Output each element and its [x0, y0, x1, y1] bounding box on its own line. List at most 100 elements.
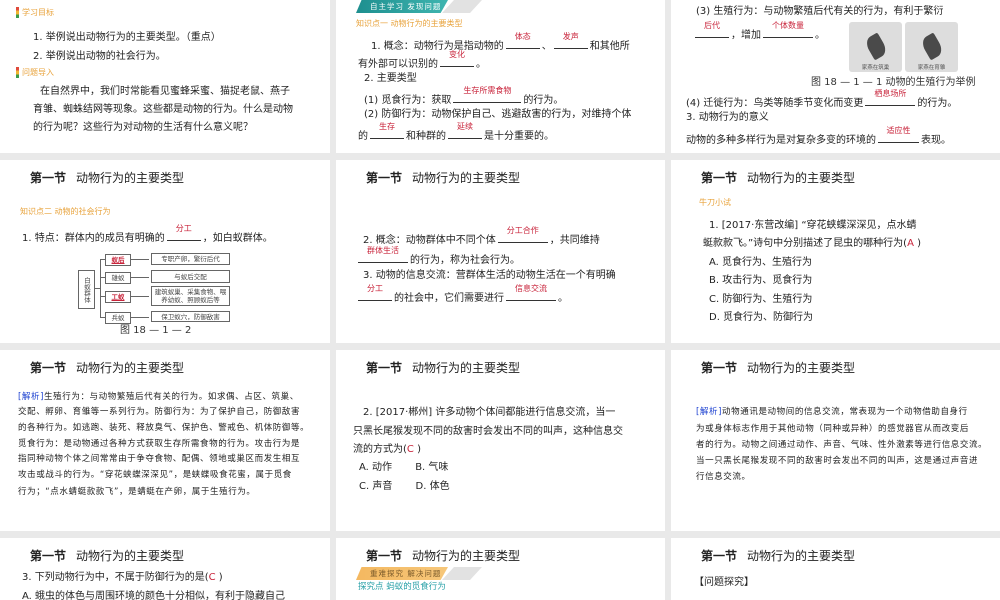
- photo-caption: 家燕在育雏: [917, 65, 946, 71]
- text-segment: 者的行为。动物之间通过动作、声音、气味、性外激素等进行信息交流。: [696, 440, 988, 450]
- blank-answer: 生存所需食物: [463, 86, 512, 95]
- slide-1-learning-goals[interactable]: 学习目标 1. 举例说出动物行为的主要类型。（重点） 2. 举例说出动物的社会行为。…: [0, 0, 330, 153]
- diagram-desc-0: 专职产卵，繁衍后代: [151, 253, 230, 265]
- fill-blank: 变化: [440, 50, 474, 67]
- diagram-root: 白蚁群体: [78, 270, 95, 309]
- text-line: C. 声音 D. 体色: [359, 481, 450, 493]
- text-line: 在自然界中，我们时常能看见蜜蜂采蜜、猫捉老鼠、燕子: [40, 86, 290, 98]
- text-line: 育雏、蜘蛛结网等现象。这些都是动物的行为。什么是动物: [33, 104, 293, 116]
- text-segment: 2. [2017·郴州] 许多动物个体间都能进行信息交流，当一: [363, 407, 616, 418]
- blank-answer: 群体生活: [367, 246, 399, 255]
- text-line: 1. 概念：动物行为是指动物的 体态、 发声 和其他所: [371, 32, 630, 53]
- slide-11-explore[interactable]: 第一节 动物行为的主要类型 重难探究 解决问题 探究点 蚂蚁的觅食行为: [336, 538, 665, 600]
- text-segment: 觅食行为：是动物通过各种方式获取生存所需食物的行为。攻击行为是: [18, 439, 301, 449]
- text-line: B. 攻击行为、觅食行为: [709, 275, 812, 287]
- analysis-line: 指同种动物个体之间常常由于争夺食物、配偶、领地或巢区而发生相互: [18, 454, 300, 464]
- text-segment: ，共同维持: [549, 235, 600, 246]
- text-segment: 行信息交流。: [696, 472, 751, 482]
- text-line: (3) 生殖行为：与动物繁殖后代有关的行为，有利于繁衍: [696, 6, 943, 18]
- text-segment: 攻击或战斗的行为。“穿花蛱蝶深深见”，是蛱蝶吸食花蜜，属于觅食: [18, 470, 292, 480]
- text-line: 蜓款款飞。”诗句中分别描述了昆虫的哪种行为(A ): [703, 238, 921, 250]
- slide-2-behavior-types[interactable]: 自主学习 发现问题 知识点一 动物行为的主要类型 1. 概念：动物行为是指动物的 体态…: [336, 0, 665, 153]
- text-line: 分工 的社会中，它们需要进行 信息交流。: [356, 284, 568, 305]
- text-segment: 3. 动物行为的意义: [686, 112, 769, 123]
- text-segment: 的: [358, 131, 368, 142]
- fill-blank: 个体数量: [763, 21, 813, 38]
- text-segment: 2. 主要类型: [364, 73, 417, 84]
- section-label: 第一节: [701, 171, 738, 185]
- section-name: 动物行为的主要类型: [747, 549, 856, 563]
- section-name: 动物行为的主要类型: [412, 361, 521, 375]
- fill-blank: 栖息场所: [865, 89, 916, 106]
- text-line: 3. 下列动物行为中，不属于防御行为的是(C ): [22, 572, 223, 584]
- diagram-role-3: 兵蚁: [105, 312, 131, 324]
- diagram-arrow: [131, 277, 149, 278]
- text-segment: 表现。: [921, 135, 951, 146]
- text-line: (1) 觅食行为：获取 生存所需食物 的行为。: [364, 86, 563, 107]
- section-banner: 重难探究 解决问题: [356, 567, 448, 580]
- analysis-label: [解析]: [18, 392, 45, 402]
- photo-caption: 家燕在筑巢: [861, 65, 890, 71]
- section-name: 动物行为的主要类型: [412, 171, 521, 185]
- slide-5-social-concept[interactable]: 第一节 动物行为的主要类型 2. 概念：动物群体中不同个体 分工合作 ，共同维持 群体生活…: [336, 160, 665, 343]
- text-segment: 行为；“点水蜻蜓款款飞”，是蜻蜓在产卵，属于生殖行为。: [18, 487, 256, 497]
- slide-6-quiz-1[interactable]: 第一节 动物行为的主要类型牛刀小试 1. [2017·东营改编] “穿花蛱蝶深深见，…: [671, 160, 1000, 343]
- slide-9-analysis-2[interactable]: 第一节 动物行为的主要类型 [解析]动物通讯是动物间的信息交流，常表现为一个动物借助…: [671, 350, 1000, 531]
- text-segment: ): [215, 572, 223, 583]
- analysis-line: 为或身体标志作用于其他动物（同种或异种）的感觉器官从而改变后: [696, 424, 969, 434]
- text-segment: 3. 动物的信息交流：营群体生活的动物生活在一个有明确: [363, 270, 616, 281]
- text-segment: (1) 觅食行为：获取: [364, 95, 452, 106]
- text-line: 2. 举例说出动物的社会行为。: [33, 51, 166, 63]
- text-line: 的行为呢？这些行为对动物的生活有什么意义呢？: [33, 122, 253, 134]
- text-segment: C. 防御行为、生殖行为: [709, 294, 813, 305]
- tag-text: 牛刀小试: [699, 198, 731, 207]
- section-name: 动物行为的主要类型: [747, 171, 856, 185]
- text-segment: 为或身体标志作用于其他动物（同种或异种）的感觉器官从而改变后: [696, 424, 970, 434]
- text-segment: A. 觅食行为、生殖行为: [709, 257, 813, 268]
- tag-text: 问题导入: [22, 68, 54, 77]
- text-segment: 育雏、蜘蛛结网等现象。这些都是动物的行为。什么是动物: [33, 104, 293, 115]
- slide-title: 第一节 动物行为的主要类型: [366, 359, 520, 376]
- analysis-line: 攻击或战斗的行为。“穿花蛱蝶深深见”，是蛱蝶吸食花蜜，属于觅食: [18, 470, 292, 480]
- slide-8-quiz-2[interactable]: 第一节 动物行为的主要类型 2. [2017·郴州] 许多动物个体间都能进行信息交流…: [336, 350, 665, 531]
- text-segment: 只黑长尾猴发现不同的敌害时会发出不同的叫声，这种信息交: [353, 426, 623, 437]
- tag-text: 知识点一 动物行为的主要类型: [356, 19, 463, 28]
- fill-blank: 分工合作: [497, 226, 548, 243]
- section-name: 动物行为的主要类型: [76, 171, 185, 185]
- text-line: 有外部可以识别的 变化。: [358, 50, 486, 71]
- text-segment: ，如白蚁群体。: [202, 233, 273, 244]
- text-line: 流的方式为(C ): [353, 444, 421, 456]
- section-label: 第一节: [30, 361, 67, 375]
- fill-blank: 信息交流: [506, 284, 556, 301]
- tag-marker-icon: [16, 7, 19, 18]
- slide-title: 第一节 动物行为的主要类型: [701, 547, 855, 564]
- analysis-line: 者的行为。动物之间通过动作、声音、气味、性外激素等进行信息交流。: [696, 440, 987, 450]
- slide-title: 第一节 动物行为的主要类型: [30, 359, 184, 376]
- section-label: 第一节: [701, 549, 738, 563]
- slide-3-reproductive-behavior[interactable]: 家燕在筑巢 家燕在育雏 (3) 生殖行为：与动物繁殖后代有关的行为，有利于繁衍 后代 ，…: [671, 0, 1000, 153]
- section-name: 动物行为的主要类型: [412, 549, 521, 563]
- text-segment: 当一只黑长尾猴发现不同的敌害时会发出不同的叫声，这是通过声音进: [696, 456, 979, 466]
- text-line: A. 蛾虫的体色与周围环境的颜色十分相似，有利于隐藏自己: [22, 591, 285, 600]
- text-line: 1. [2017·东营改编] “穿花蛱蝶深深见，点水蜻: [709, 220, 917, 232]
- fill-blank: 后代: [695, 21, 729, 38]
- text-line: D. 觅食行为、防御行为: [709, 312, 813, 324]
- text-line: 只黑长尾猴发现不同的敌害时会发出不同的叫声，这种信息交: [353, 426, 623, 438]
- section-tag: 学习目标: [16, 7, 54, 19]
- text-segment: A. 蛾虫的体色与周围环境的颜色十分相似，有利于隐藏自己: [22, 591, 286, 600]
- slide-12-question[interactable]: 第一节 动物行为的主要类型 【问题探究】: [671, 538, 1000, 600]
- text-line: 动物的多种多样行为是对复杂多变的环境的 适应性 表现。: [686, 126, 951, 147]
- slide-10-quiz-3[interactable]: 第一节 动物行为的主要类型 3. 下列动物行为中，不属于防御行为的是(C ) A. 蛾…: [0, 538, 330, 600]
- text-line: 群体生活的行为，称为社会行为。: [356, 246, 520, 267]
- text-segment: 的各种行为。如逃跑、装死、释放臭气、保护色、警戒色、机体防御等。: [18, 423, 310, 433]
- slide-7-analysis-1[interactable]: 第一节 动物行为的主要类型 [解析]生殖行为：与动物繁殖后代有关的行为。如求偶、占区…: [0, 350, 330, 531]
- slide-4-social-behavior[interactable]: 第一节 动物行为的主要类型 白蚁群体 蚁后 专职产卵，繁衍后代 雄蚁 与蚁后交配 工蚁 建筑蚁巢…: [0, 160, 330, 343]
- fill-blank: 发声: [553, 32, 588, 49]
- section-tag: 知识点二 动物的社会行为: [20, 206, 111, 218]
- text-segment: 。: [476, 59, 486, 70]
- text-segment: 的行为，称为社会行为。: [410, 255, 520, 266]
- slide-title: 第一节 动物行为的主要类型: [366, 547, 520, 564]
- analysis-line: 的各种行为。如逃跑、装死、释放臭气、保护色、警戒色、机体防御等。: [18, 423, 309, 433]
- section-label: 第一节: [366, 549, 403, 563]
- text-line: 2. [2017·郴州] 许多动物个体间都能进行信息交流，当一: [363, 407, 615, 419]
